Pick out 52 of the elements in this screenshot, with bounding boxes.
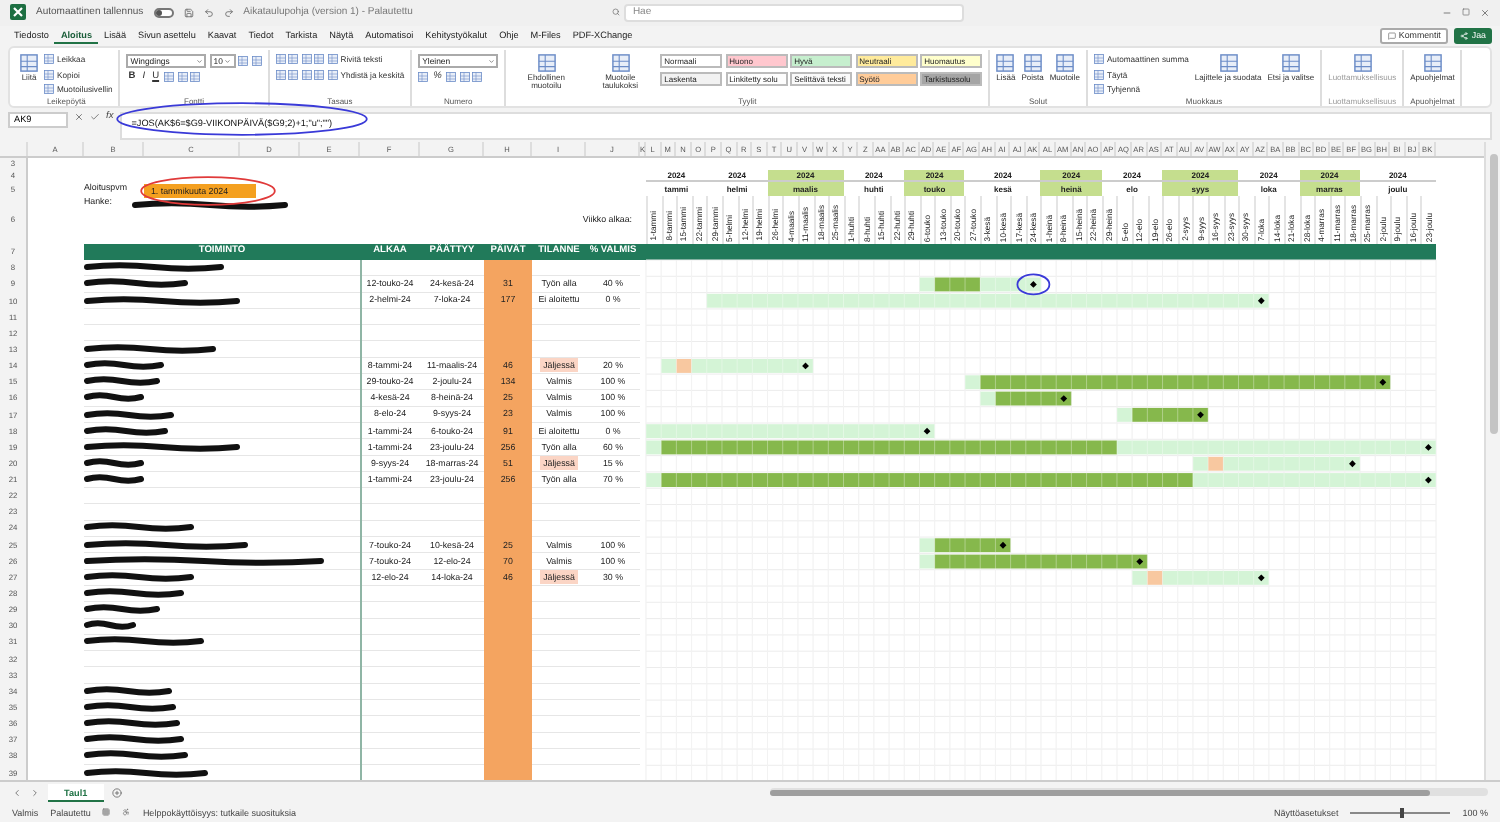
milestone-marker — [999, 541, 1007, 548]
caret-icon — [487, 57, 495, 65]
milestone-marker — [1136, 557, 1144, 565]
milestone-marker — [1060, 394, 1068, 402]
grid-icon — [611, 53, 630, 72]
minimize-icon[interactable] — [1442, 7, 1452, 18]
milestone-marker — [1425, 443, 1432, 451]
grid-icon — [418, 71, 429, 82]
add-sheet-icon[interactable] — [111, 787, 122, 798]
grid-icon — [1093, 54, 1104, 65]
milestone-marker — [1379, 378, 1387, 385]
grid-icon — [1219, 53, 1238, 72]
comment-icon — [1387, 31, 1396, 40]
next-sheet-icon[interactable] — [30, 787, 40, 798]
accessibility-icon[interactable] — [122, 808, 131, 817]
milestone-marker — [1030, 280, 1037, 288]
vertical-scrollbar[interactable] — [1484, 141, 1500, 781]
milestone-marker — [802, 361, 809, 369]
grid-icon — [1281, 53, 1300, 72]
grid-icon — [102, 808, 111, 817]
grid-icon — [1093, 69, 1104, 80]
grid-icon — [20, 53, 38, 72]
milestone-marker — [1425, 476, 1432, 483]
milestone-marker — [1197, 410, 1204, 418]
caret-icon — [224, 57, 232, 65]
grid-icon — [44, 69, 54, 80]
milestone-marker — [923, 427, 931, 434]
spreadsheet-logo-icon — [10, 4, 26, 21]
redo-icon[interactable] — [223, 7, 234, 18]
milestone-marker — [1257, 296, 1265, 304]
share-icon — [1460, 31, 1469, 40]
grid-icon — [44, 54, 54, 65]
milestone-marker — [1349, 459, 1356, 467]
search-icon — [612, 8, 621, 17]
grid-icon — [537, 53, 556, 72]
undo-icon[interactable] — [203, 7, 214, 18]
previous-sheet-icon[interactable] — [12, 787, 22, 798]
maximize-icon[interactable] — [1462, 8, 1470, 17]
autosave-toggle[interactable] — [153, 7, 174, 18]
grid-icon — [1423, 53, 1442, 72]
grid-icon — [1055, 53, 1074, 72]
grid-icon — [1093, 84, 1104, 95]
pen-circle — [1016, 272, 1051, 295]
save-icon[interactable] — [183, 7, 194, 18]
grid-icon — [996, 53, 1015, 72]
grid-icon — [1023, 53, 1042, 72]
check-icon[interactable] — [90, 111, 100, 122]
milestone-marker — [1257, 573, 1265, 581]
caret-icon — [195, 57, 203, 65]
grid-icon — [1353, 53, 1372, 72]
grid-icon — [44, 84, 54, 95]
horizontal-scrollbar[interactable] — [769, 788, 1488, 797]
